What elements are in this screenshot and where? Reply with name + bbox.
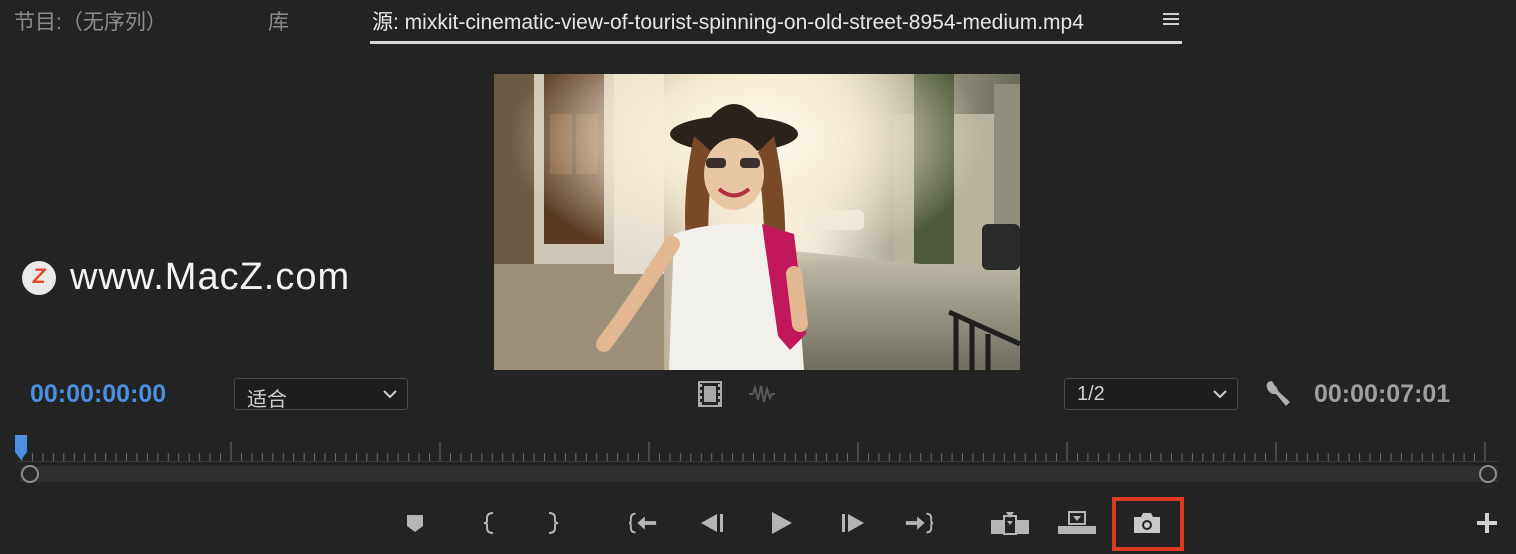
go-to-in-button[interactable] <box>628 508 658 538</box>
watermark-logo: Z <box>22 261 56 295</box>
button-editor-add-button[interactable] <box>1472 508 1502 538</box>
tab-program[interactable]: 节目:（无序列） <box>14 6 167 36</box>
mark-in-button[interactable] <box>474 508 504 538</box>
overwrite-icon <box>1058 511 1096 534</box>
play-icon <box>772 512 792 534</box>
plus-icon <box>1477 513 1497 533</box>
mark-out-button[interactable] <box>538 508 568 538</box>
go-to-out-button[interactable] <box>904 508 934 538</box>
overwrite-button[interactable] <box>1057 508 1097 538</box>
drag-audio-only-icon[interactable] <box>748 384 776 404</box>
panel-menu-icon[interactable] <box>1162 11 1180 27</box>
mark-out-icon <box>548 512 559 534</box>
duration-timecode: 00:00:07:01 <box>1314 380 1451 408</box>
insert-icon <box>991 512 1029 535</box>
step-back-button[interactable] <box>697 508 727 538</box>
playback-resolution-value: 1/2 <box>1077 383 1105 405</box>
go-to-in-icon <box>628 512 657 534</box>
zoom-level-value: 适合 <box>247 389 287 411</box>
zoom-level-dropdown[interactable]: 适合 <box>234 378 408 411</box>
chevron-down-icon <box>1213 390 1227 399</box>
zoom-scroll-right-handle[interactable] <box>1479 465 1497 483</box>
step-forward-icon <box>842 514 864 532</box>
mark-in-icon <box>483 512 494 534</box>
step-forward-button[interactable] <box>838 508 868 538</box>
watermark-text: www.MacZ.com <box>70 256 351 298</box>
drag-video-only-icon[interactable] <box>697 380 723 408</box>
tab-library[interactable]: 库 <box>268 6 289 36</box>
time-ruler-ticks <box>21 442 1486 461</box>
add-marker-button[interactable] <box>400 508 430 538</box>
active-tab-indicator <box>370 41 1182 44</box>
current-timecode[interactable]: 00:00:00:00 <box>30 380 166 409</box>
marker-icon <box>407 515 423 532</box>
video-preview <box>494 74 1020 370</box>
go-to-out-icon <box>905 512 934 534</box>
tab-source[interactable]: 源: mixkit-cinematic-view-of-tourist-spin… <box>372 6 1084 36</box>
play-button[interactable] <box>766 508 796 538</box>
chevron-down-icon <box>383 390 397 399</box>
zoom-scroll-bar[interactable] <box>20 466 1498 482</box>
playhead-icon[interactable] <box>14 434 30 462</box>
insert-button[interactable] <box>990 508 1030 538</box>
playback-resolution-dropdown[interactable]: 1/2 <box>1064 378 1238 410</box>
step-back-icon <box>701 514 723 532</box>
settings-wrench-icon[interactable] <box>1262 379 1292 409</box>
export-frame-highlight <box>1112 497 1184 551</box>
zoom-scroll-left-handle[interactable] <box>21 465 39 483</box>
